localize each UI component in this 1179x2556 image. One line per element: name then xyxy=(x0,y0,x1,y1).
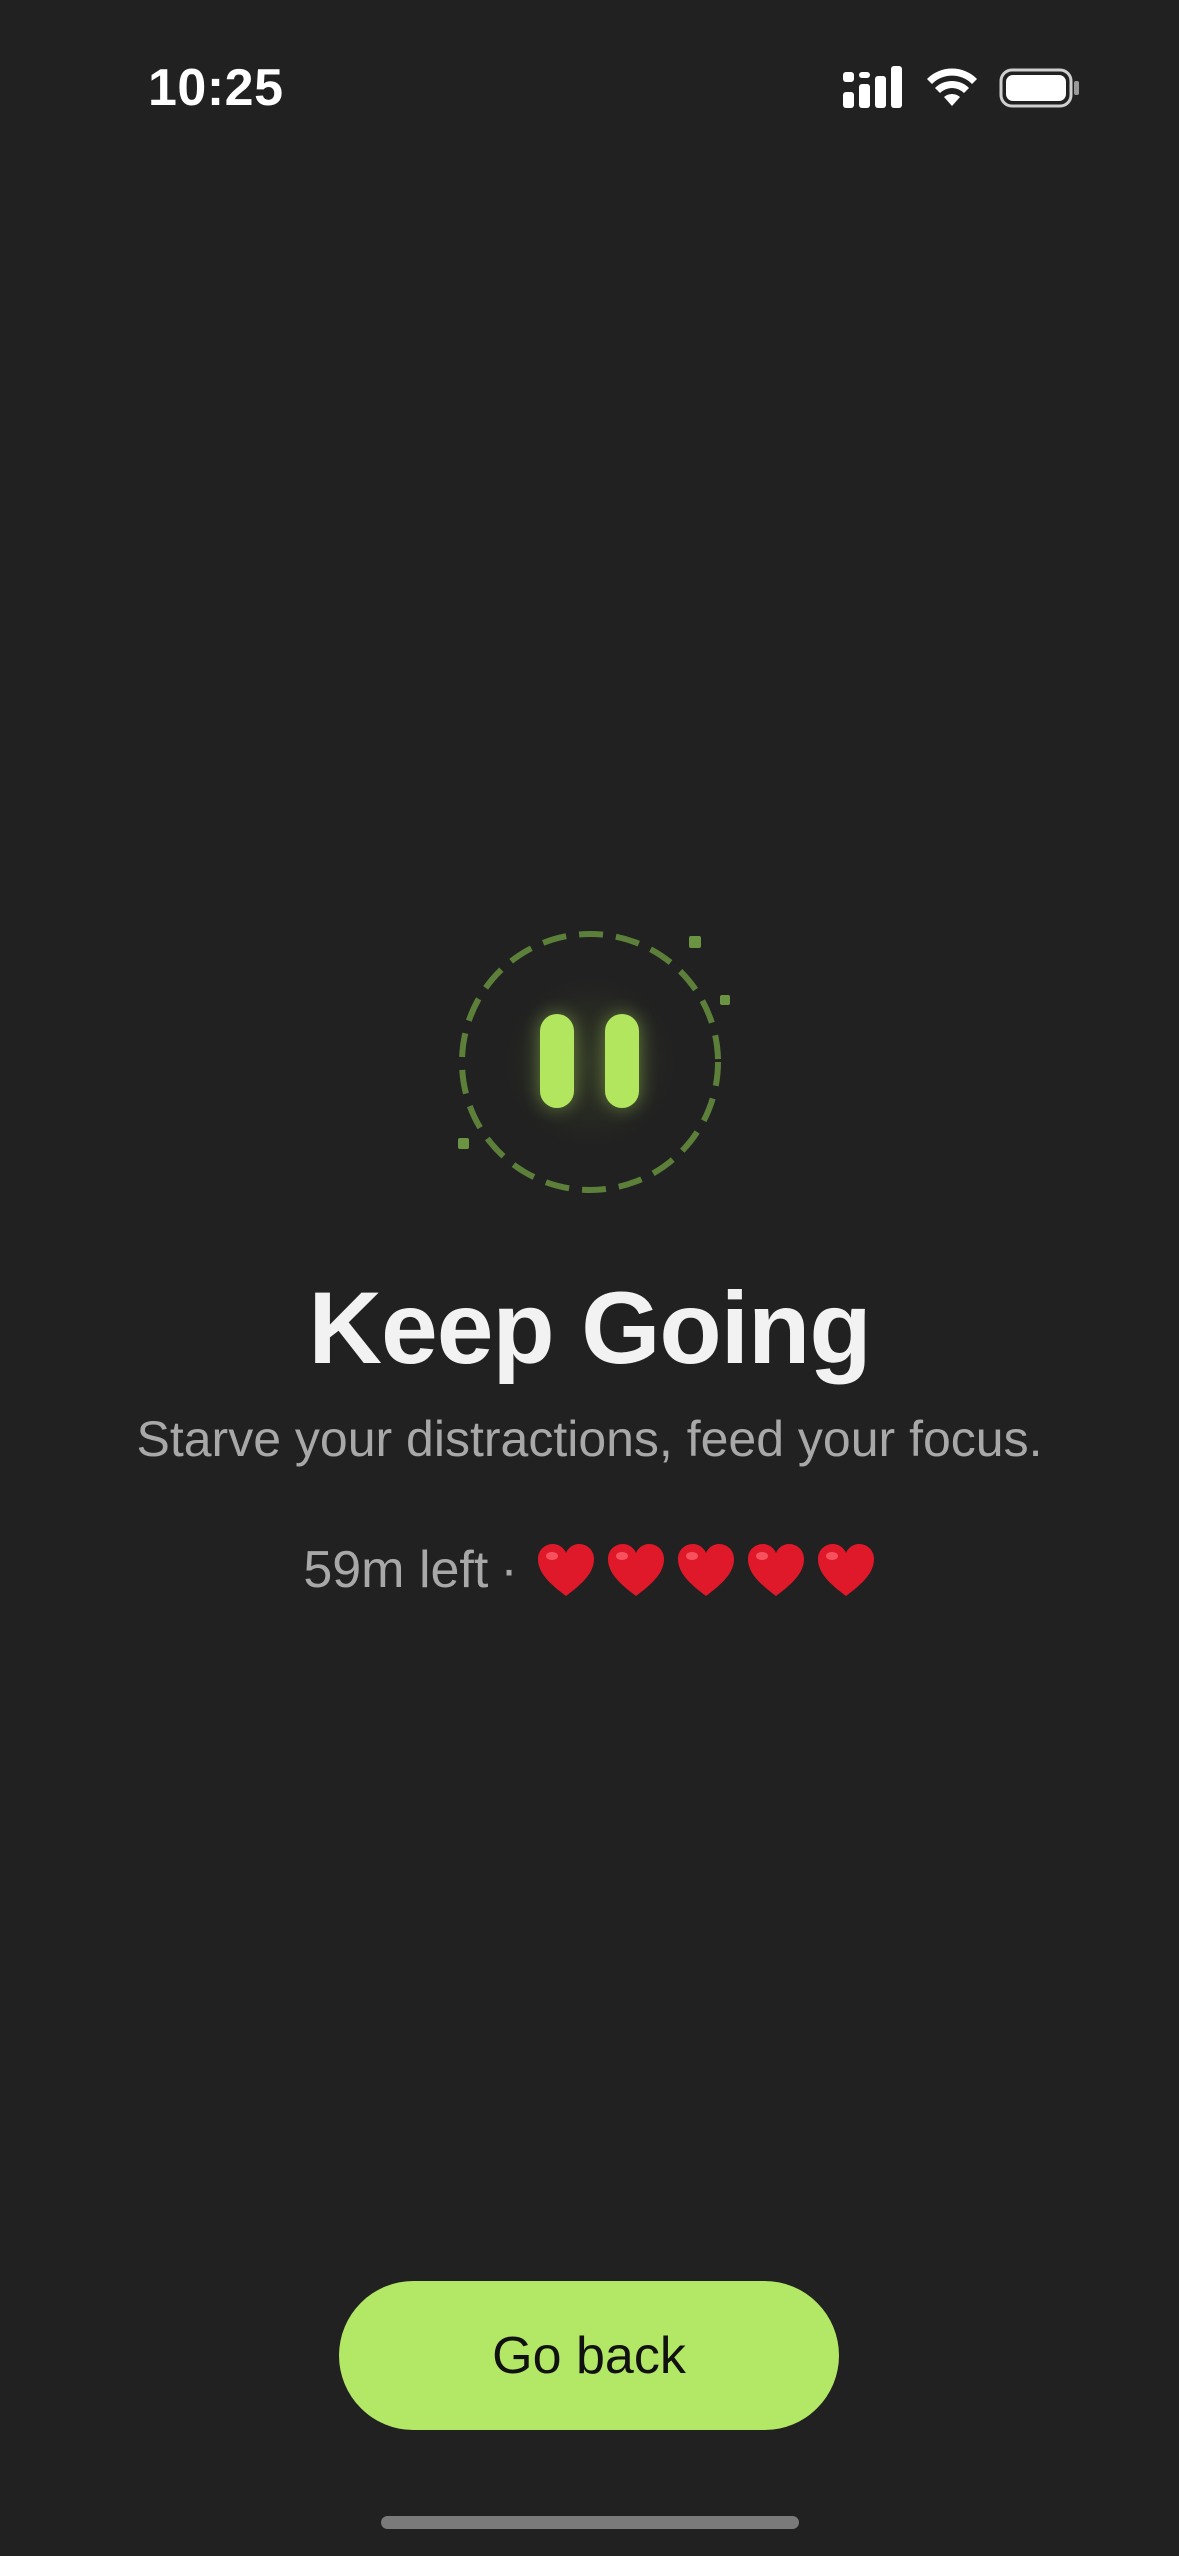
page-title: Keep Going xyxy=(308,1271,871,1385)
heart-icon xyxy=(537,1544,594,1596)
heart-icon xyxy=(817,1544,874,1596)
focus-screen: 10:25 Keep Going Starve your distraction… xyxy=(0,0,1179,2556)
home-indicator[interactable] xyxy=(381,2516,799,2529)
status-icons xyxy=(843,66,1081,110)
heart-icon xyxy=(747,1544,804,1596)
separator: · xyxy=(500,1541,518,1599)
go-back-button[interactable]: Go back xyxy=(339,2281,839,2430)
pause-icon-left-bar xyxy=(540,1014,574,1108)
dashed-ring-icon xyxy=(458,931,730,1193)
hearts-row xyxy=(536,1542,876,1598)
cellular-signal-icon xyxy=(843,66,902,108)
heart-icon xyxy=(607,1544,664,1596)
status-time: 10:25 xyxy=(148,59,284,117)
heart-icon xyxy=(677,1544,734,1596)
page-subtitle: Starve your distractions, feed your focu… xyxy=(136,1411,1043,1467)
pause-icon-right-bar xyxy=(605,1014,639,1108)
pause-ring xyxy=(450,922,730,1202)
wifi-icon xyxy=(927,68,977,106)
session-status: 59m left · xyxy=(0,1540,1179,1600)
battery-icon xyxy=(999,68,1079,108)
time-left: 59m left xyxy=(303,1541,489,1599)
